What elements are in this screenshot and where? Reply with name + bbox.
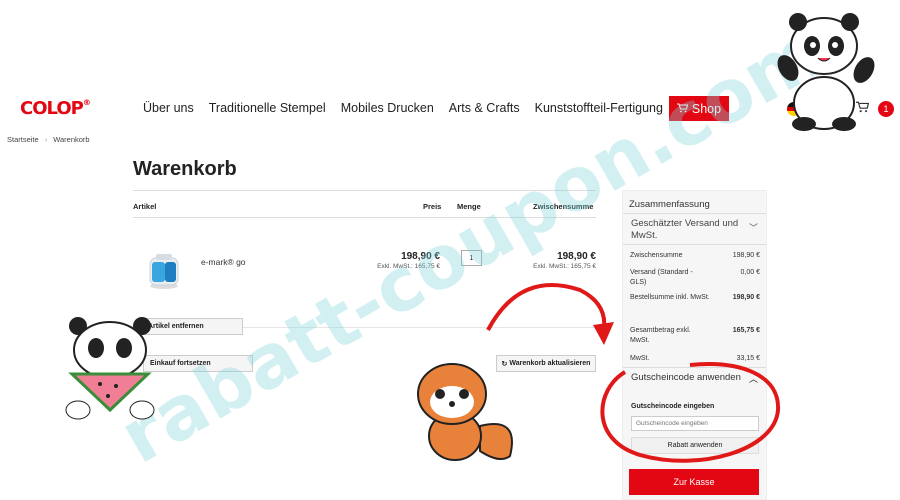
apply-discount-button[interactable]: Rabatt anwenden [631, 437, 759, 454]
item-price: 198,90 € [401, 251, 440, 262]
nav-item-mobiles-drucken[interactable]: Mobiles Drucken [341, 101, 434, 115]
breadcrumb: Startseite › Warenkorb [7, 135, 90, 144]
quantity-input[interactable]: 1 [461, 250, 482, 266]
chevron-down-icon: ﹀ [748, 223, 758, 233]
shipping-estimate-toggle[interactable]: Geschätzter Versand und MwSt. ﹀ [623, 213, 766, 245]
chevron-up-icon: ︿ [748, 374, 758, 384]
product-name[interactable]: e-mark® go [201, 257, 246, 267]
red-panda-sticker-icon [417, 363, 513, 461]
coupon-title: Gutscheincode anwenden [631, 372, 741, 383]
shop-label: Shop [691, 101, 722, 116]
item-subtotal: 198,90 € [557, 251, 596, 262]
nav-item-kunststoff[interactable]: Kunststoffteil-Fertigung [535, 101, 663, 115]
col-price: Preis [423, 202, 442, 211]
chevron-right-icon: › [44, 135, 48, 144]
item-price-excl: Exkl. MwSt.: 165,75 € [377, 263, 440, 270]
shop-button[interactable]: Shop [669, 96, 729, 121]
item-subtotal-excl: Exkl. MwSt.: 165,75 € [533, 263, 596, 270]
nav-item-ueber-uns[interactable]: Über uns [143, 101, 194, 115]
order-summary: Zusammenfassung Geschätzter Versand und … [622, 190, 767, 500]
colop-logo[interactable]: COLOP® [20, 98, 91, 119]
coupon-label: Gutscheincode eingeben [631, 403, 715, 410]
nav-item-arts-crafts[interactable]: Arts & Crafts [449, 101, 520, 115]
summary-title: Zusammenfassung [629, 199, 710, 210]
shipping-estimate-label: Geschätzter Versand und MwSt. [631, 218, 739, 241]
main-nav: Über uns Traditionelle Stempel Mobiles D… [143, 101, 663, 115]
breadcrumb-current: Warenkorb [53, 135, 90, 144]
breadcrumb-home[interactable]: Startseite [7, 135, 39, 144]
col-qty: Menge [457, 202, 481, 211]
page-title: Warenkorb [133, 158, 237, 180]
col-subtotal: Zwischensumme [533, 202, 594, 211]
nav-item-stempel[interactable]: Traditionelle Stempel [209, 101, 326, 115]
cart-icon [676, 102, 689, 116]
cart-table: Artikel Preis Menge Zwischensumme e-mark… [133, 190, 596, 372]
col-article: Artikel [133, 202, 157, 211]
coupon-toggle[interactable]: Gutscheincode anwenden ︿ [623, 367, 766, 397]
panda-watermelon-sticker-icon [65, 317, 155, 420]
product-image[interactable] [146, 250, 182, 290]
coupon-input[interactable] [631, 416, 759, 431]
checkout-button[interactable]: Zur Kasse [629, 469, 759, 495]
panda-sticker-icon [777, 13, 875, 131]
table-row: e-mark® go 198,90 € Exkl. MwSt.: 165,75 … [133, 218, 596, 328]
cart-table-header: Artikel Preis Menge Zwischensumme [133, 190, 596, 218]
cart-count-badge[interactable]: 1 [878, 101, 894, 117]
